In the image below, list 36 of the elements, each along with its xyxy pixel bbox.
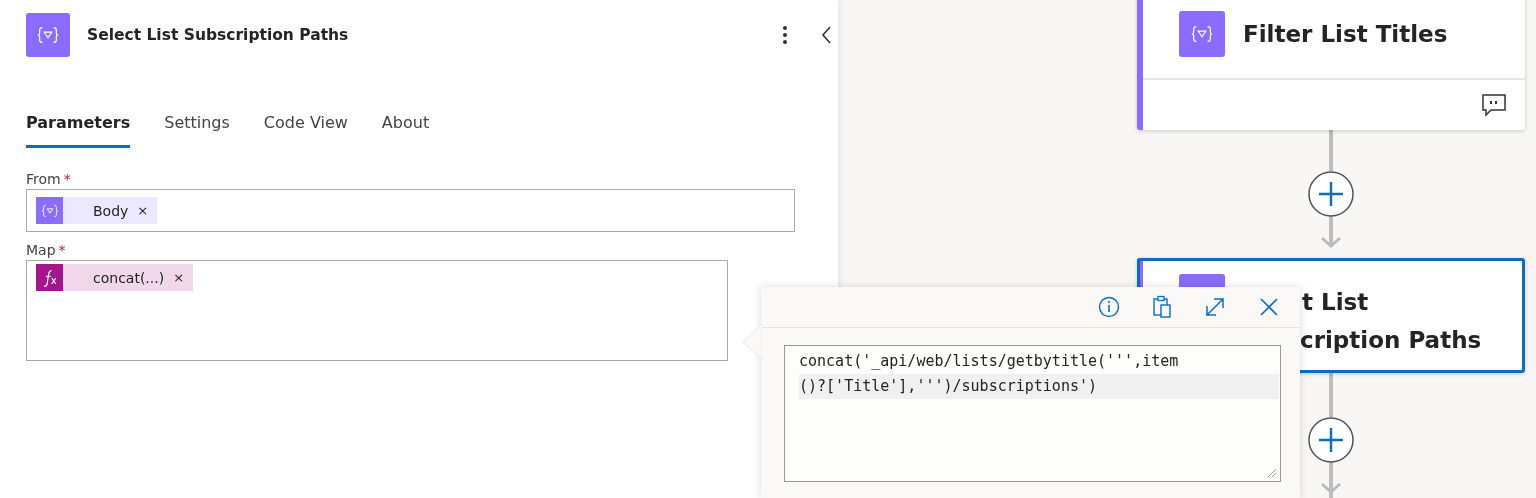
remove-token-button[interactable]: × <box>173 270 185 285</box>
field-label: Map <box>26 242 56 258</box>
clipboard-icon[interactable] <box>1152 295 1172 319</box>
info-icon[interactable] <box>1098 296 1120 318</box>
comment-icon[interactable] <box>1481 93 1507 117</box>
tab[interactable]: About <box>381 106 430 148</box>
input-field[interactable]: concat(...) × <box>26 260 728 361</box>
field-label: From <box>26 171 61 187</box>
required-asterisk: * <box>63 171 71 187</box>
required-asterisk: * <box>58 242 66 258</box>
card-title: t List <box>1302 288 1370 317</box>
function-icon <box>36 264 63 291</box>
expression-editor[interactable]: concat('_api/web/lists/getbytitle(''',item ()?['Title'],''')/subscriptions') <box>784 345 1281 482</box>
card-title: cription Paths <box>1300 326 1482 355</box>
token-chip[interactable]: Body × <box>36 197 158 224</box>
token-label: concat(...) <box>93 269 165 286</box>
input-field[interactable]: Body × <box>26 189 795 232</box>
more-options-icon[interactable] <box>782 25 788 45</box>
token-chip[interactable]: concat(...) × <box>36 264 194 291</box>
tab[interactable]: Settings <box>164 106 230 148</box>
action-card[interactable]: Filter List Titles <box>1137 0 1525 130</box>
remove-token-button[interactable]: × <box>137 203 149 218</box>
panel-title: Select List Subscription Paths <box>87 26 350 44</box>
filter-array-icon <box>26 13 70 57</box>
add-step-button[interactable] <box>1308 417 1354 463</box>
collapse-icon[interactable] <box>821 26 832 44</box>
token-label: Body <box>93 202 129 219</box>
filter-array-icon <box>36 197 63 224</box>
tab[interactable]: Parameters <box>26 106 131 148</box>
expand-icon[interactable] <box>1204 296 1226 318</box>
add-step-button[interactable] <box>1308 171 1354 217</box>
filter-array-icon <box>1179 11 1225 57</box>
tab[interactable]: Code View <box>263 106 348 148</box>
resize-handle-icon[interactable] <box>1265 466 1277 478</box>
card-title: Filter List Titles <box>1243 21 1448 47</box>
close-icon[interactable] <box>1258 296 1280 318</box>
